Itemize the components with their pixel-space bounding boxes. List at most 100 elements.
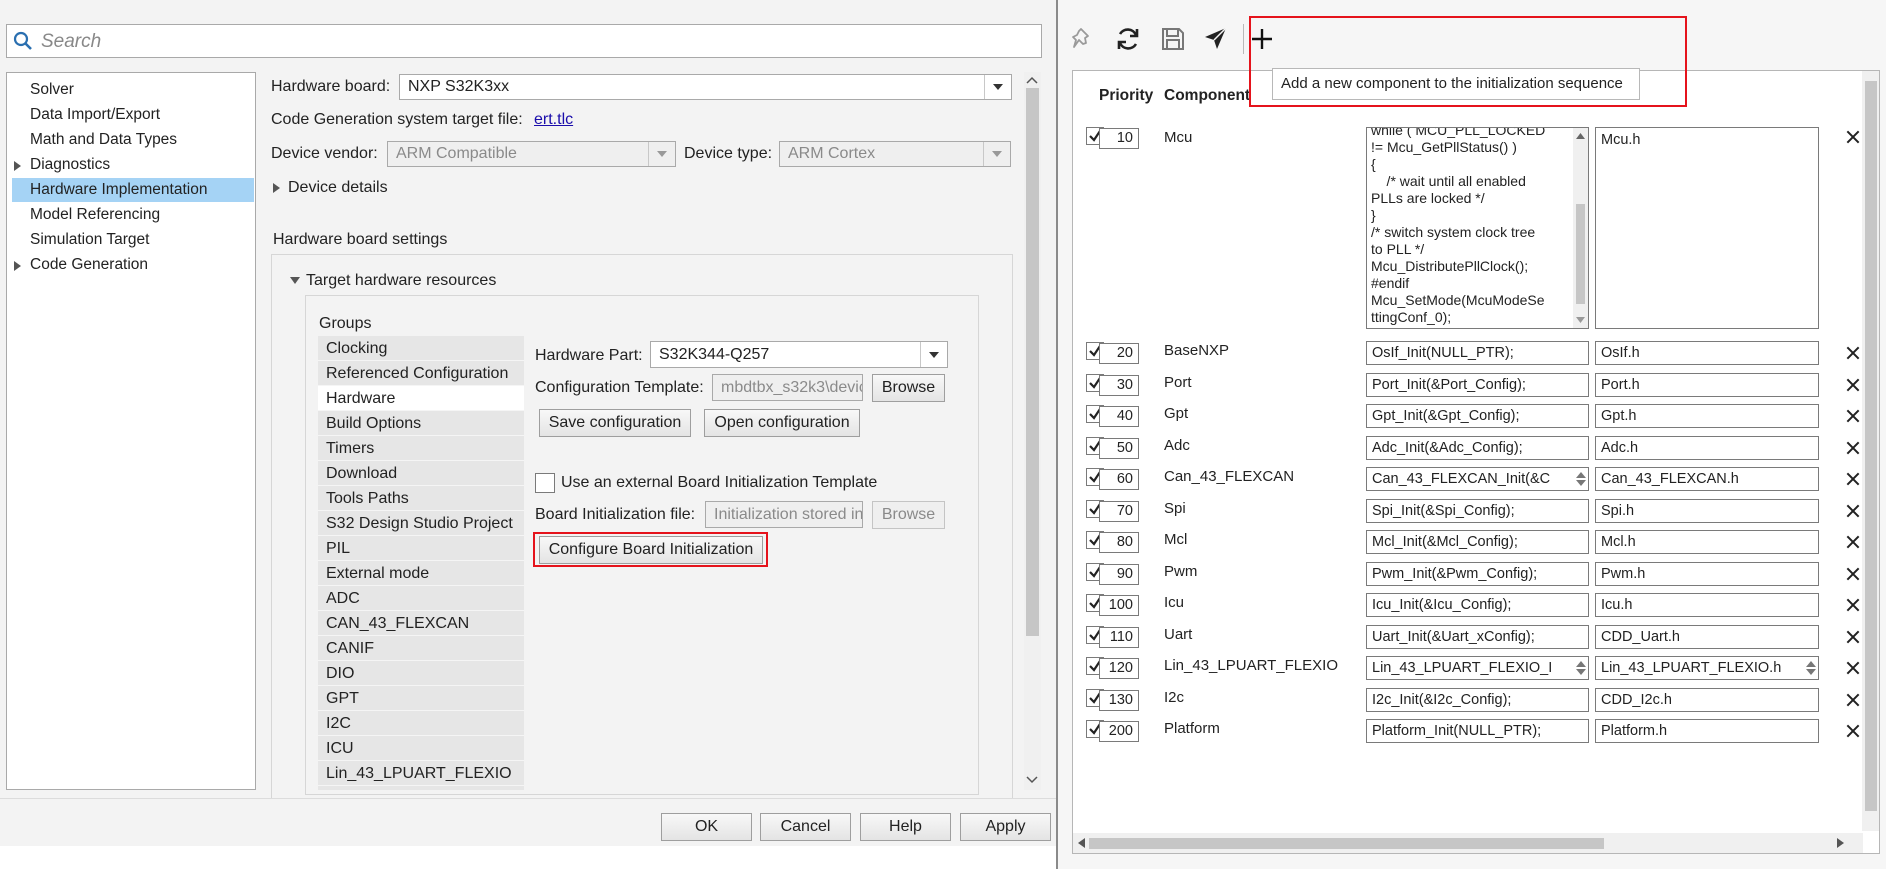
delete-row-icon[interactable]	[1846, 724, 1860, 738]
tree-item[interactable]: Simulation Target	[7, 228, 255, 252]
delete-row-icon[interactable]	[1846, 409, 1860, 423]
tree-item[interactable]: Code Generation	[7, 253, 255, 277]
group-item[interactable]: Tools Paths	[318, 486, 524, 511]
tree-item[interactable]: Model Referencing	[7, 203, 255, 227]
save-configuration-button[interactable]: Save configuration	[539, 409, 691, 437]
delete-row-icon[interactable]	[1846, 378, 1860, 392]
init-code-field[interactable]: Port_Init(&Port_Config);	[1366, 373, 1589, 397]
hardware-board-select[interactable]: NXP S32K3xx	[399, 74, 1012, 100]
save-icon[interactable]	[1160, 26, 1186, 52]
priority-field[interactable]: 30	[1099, 375, 1139, 396]
init-code-field[interactable]: Spi_Init(&Spi_Config);	[1366, 499, 1589, 523]
init-code-field[interactable]: Adc_Init(&Adc_Config);	[1366, 436, 1589, 460]
target-resources-toggle[interactable]: Target hardware resources	[290, 272, 496, 290]
settings-scrollbar[interactable]	[1024, 72, 1041, 790]
mcu-header-area[interactable]: Mcu.h	[1595, 127, 1819, 329]
mcu-init-code-area[interactable]: while ( MCU_PLL_LOCKED != Mcu_GetPllStatu…	[1366, 127, 1589, 329]
delete-row-icon[interactable]	[1846, 630, 1860, 644]
header-file-field[interactable]: CDD_I2c.h	[1595, 688, 1819, 712]
device-type-select[interactable]: ARM Cortex	[779, 141, 1011, 167]
config-template-browse-button[interactable]: Browse	[872, 374, 945, 402]
priority-field[interactable]: 100	[1099, 595, 1139, 616]
priority-field[interactable]: 200	[1099, 721, 1139, 742]
apply-button[interactable]: Apply	[960, 813, 1051, 841]
group-item[interactable]: DIO	[318, 661, 524, 686]
header-file-field[interactable]: Port.h	[1595, 373, 1819, 397]
expand-arrow-icon[interactable]	[14, 161, 21, 171]
priority-field[interactable]: 120	[1099, 658, 1139, 679]
ok-button[interactable]: OK	[661, 813, 752, 841]
board-init-browse-button[interactable]: Browse	[872, 501, 945, 529]
table-scrollbar[interactable]	[1862, 71, 1879, 831]
tree-item[interactable]: Hardware Implementation	[12, 178, 254, 202]
group-item[interactable]: CANIF	[318, 636, 524, 661]
pin-icon[interactable]	[1071, 26, 1097, 52]
delete-row-icon[interactable]	[1846, 441, 1860, 455]
delete-row-icon[interactable]	[1846, 472, 1860, 486]
priority-field[interactable]: 40	[1099, 406, 1139, 427]
scroll-left-icon[interactable]	[1078, 838, 1085, 848]
table-hscroll-thumb[interactable]	[1089, 838, 1604, 849]
init-code-field[interactable]: Can_43_FLEXCAN_Init(&C	[1366, 467, 1589, 491]
delete-row-icon[interactable]	[1846, 504, 1860, 518]
init-code-field[interactable]: OsIf_Init(NULL_PTR);	[1366, 341, 1589, 365]
init-code-field[interactable]: Lin_43_LPUART_FLEXIO_I	[1366, 656, 1589, 680]
init-code-field[interactable]: Pwm_Init(&Pwm_Config);	[1366, 562, 1589, 586]
device-vendor-select[interactable]: ARM Compatible	[387, 141, 676, 167]
expand-arrow-icon[interactable]	[14, 261, 21, 271]
scroll-down-icon[interactable]	[1026, 776, 1038, 784]
init-code-field[interactable]: Mcl_Init(&Mcl_Config);	[1366, 530, 1589, 554]
scrollbar-thumb[interactable]	[1026, 88, 1039, 636]
header-file-field[interactable]: CDD_Uart.h	[1595, 625, 1819, 649]
cancel-button[interactable]: Cancel	[760, 813, 851, 841]
tree-item[interactable]: Data Import/Export	[7, 103, 255, 127]
header-file-field[interactable]: Platform.h	[1595, 719, 1819, 743]
spinner-arrows-icon[interactable]	[1576, 471, 1586, 487]
group-item[interactable]: Lin_43_LPUART_FLEXIO	[318, 761, 524, 786]
search-input[interactable]: Search	[6, 24, 1042, 58]
scroll-down-icon[interactable]	[1576, 317, 1585, 323]
group-item[interactable]: External mode	[318, 561, 524, 586]
group-item[interactable]: Build Options	[318, 411, 524, 436]
send-icon[interactable]	[1203, 26, 1229, 52]
ert-tlc-link[interactable]: ert.tlc	[534, 111, 573, 129]
header-file-field[interactable]: Can_43_FLEXCAN.h	[1595, 467, 1819, 491]
device-details-toggle[interactable]: Device details	[273, 179, 388, 197]
scroll-up-icon[interactable]	[1026, 76, 1038, 84]
header-file-field[interactable]: Lin_43_LPUART_FLEXIO.h	[1595, 656, 1819, 680]
init-code-field[interactable]: Icu_Init(&Icu_Config);	[1366, 593, 1589, 617]
delete-row-icon[interactable]	[1846, 567, 1860, 581]
delete-row-icon[interactable]	[1846, 535, 1860, 549]
external-template-checkbox[interactable]	[535, 473, 555, 493]
refresh-icon[interactable]	[1114, 25, 1142, 53]
init-code-field[interactable]: I2c_Init(&I2c_Config);	[1366, 688, 1589, 712]
priority-field[interactable]: 60	[1099, 469, 1139, 490]
group-item[interactable]: GPT	[318, 686, 524, 711]
tree-item[interactable]: Math and Data Types	[7, 128, 255, 152]
group-item[interactable]: ICU	[318, 736, 524, 761]
mcu-delete-icon[interactable]	[1846, 130, 1860, 144]
scroll-up-icon[interactable]	[1576, 133, 1585, 139]
group-item[interactable]: Hardware	[318, 386, 524, 411]
priority-field[interactable]: 70	[1099, 501, 1139, 522]
group-item[interactable]: ADC	[318, 586, 524, 611]
hardware-part-select[interactable]: S32K344-Q257	[650, 341, 948, 368]
header-file-field[interactable]: Spi.h	[1595, 499, 1819, 523]
board-init-file-field[interactable]: Initialization stored in	[705, 501, 863, 528]
mcu-code-scroll-thumb[interactable]	[1576, 204, 1585, 304]
group-item[interactable]: Referenced Configuration	[318, 361, 524, 386]
group-item[interactable]: Clocking	[318, 336, 524, 361]
delete-row-icon[interactable]	[1846, 693, 1860, 707]
open-configuration-button[interactable]: Open configuration	[704, 409, 860, 437]
chevron-down-icon[interactable]	[648, 142, 675, 166]
tree-item[interactable]: Diagnostics	[7, 153, 255, 177]
table-scroll-thumb[interactable]	[1865, 81, 1877, 811]
spinner-arrows-icon[interactable]	[1576, 660, 1586, 676]
group-item[interactable]: PIL	[318, 536, 524, 561]
header-file-field[interactable]: Icu.h	[1595, 593, 1819, 617]
scroll-right-icon[interactable]	[1837, 838, 1844, 848]
group-item[interactable]: Download	[318, 461, 524, 486]
header-file-field[interactable]: OsIf.h	[1595, 341, 1819, 365]
mcu-code-scrollbar[interactable]	[1573, 128, 1588, 328]
init-code-field[interactable]: Uart_Init(&Uart_xConfig);	[1366, 625, 1589, 649]
